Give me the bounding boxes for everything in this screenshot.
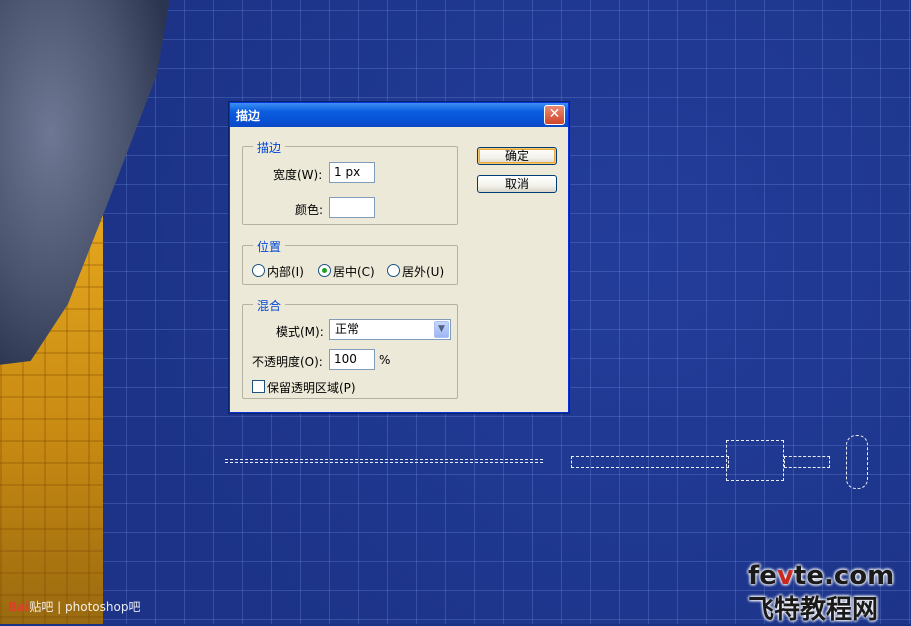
- selection-capsule: [846, 435, 868, 489]
- position-group-legend: 位置: [253, 238, 286, 255]
- width-label: 宽度(W):: [273, 168, 323, 182]
- baidu-watermark: Bai贴吧 | photoshop吧: [8, 598, 140, 615]
- dialog-body: 描边 宽度(W): 1 px 颜色: 位置 内部(I) 居中(C) 居外(U) …: [230, 127, 568, 414]
- radio-center-label: 居中(C): [333, 265, 375, 279]
- stroke-group-legend: 描边: [253, 139, 286, 156]
- selection-box: [726, 440, 784, 481]
- mode-label: 模式(M):: [276, 325, 324, 339]
- color-label: 颜色:: [295, 203, 324, 217]
- cancel-button[interactable]: 取消: [477, 175, 557, 193]
- stroke-dialog: 描边 ✕ 描边 宽度(W): 1 px 颜色: 位置 内部(I) 居中(C) 居…: [229, 102, 569, 413]
- blend-group-legend: 混合: [253, 297, 286, 314]
- selection-arrow: [784, 456, 830, 468]
- mode-select[interactable]: 正常 ▼: [329, 319, 451, 340]
- opacity-input[interactable]: 100: [329, 349, 375, 370]
- radio-outside[interactable]: [387, 264, 400, 277]
- mode-select-value: 正常: [335, 322, 360, 336]
- opacity-unit: %: [379, 353, 391, 367]
- width-input[interactable]: 1 px: [329, 162, 375, 183]
- dialog-titlebar[interactable]: 描边 ✕: [230, 103, 568, 127]
- fevte-part-c: te.com: [793, 561, 895, 591]
- preserve-transparency-label: 保留透明区域(P): [267, 381, 356, 395]
- fevte-part-a: fe: [748, 561, 777, 591]
- close-button[interactable]: ✕: [544, 105, 565, 125]
- fevte-watermark-domain: fevte.com: [748, 561, 894, 591]
- position-group: 位置 内部(I) 居中(C) 居外(U): [242, 238, 458, 285]
- radio-outside-label: 居外(U): [402, 265, 445, 279]
- fevte-watermark-name: 飞特教程网: [748, 595, 879, 625]
- dialog-title: 描边: [236, 109, 261, 123]
- baidu-logo-text: Bai: [8, 600, 30, 614]
- chevron-down-icon[interactable]: ▼: [434, 321, 449, 338]
- radio-inside-label: 内部(I): [267, 265, 304, 279]
- blend-group: 混合 模式(M): 正常 ▼ 不透明度(O): 100 % 保留透明区域(P): [242, 297, 458, 399]
- radio-center[interactable]: [318, 264, 331, 277]
- ok-button[interactable]: 确定: [477, 147, 557, 165]
- radio-inside[interactable]: [252, 264, 265, 277]
- color-swatch[interactable]: [329, 197, 375, 218]
- opacity-label: 不透明度(O):: [252, 355, 323, 369]
- close-icon: ✕: [548, 106, 561, 122]
- baidu-watermark-text: 贴吧 | photoshop吧: [29, 600, 141, 614]
- preserve-transparency-checkbox[interactable]: [252, 380, 265, 393]
- selection-line: [225, 459, 543, 463]
- selection-bar: [571, 456, 729, 468]
- stroke-group: 描边 宽度(W): 1 px 颜色:: [242, 139, 458, 225]
- fevte-part-b: v: [776, 561, 794, 591]
